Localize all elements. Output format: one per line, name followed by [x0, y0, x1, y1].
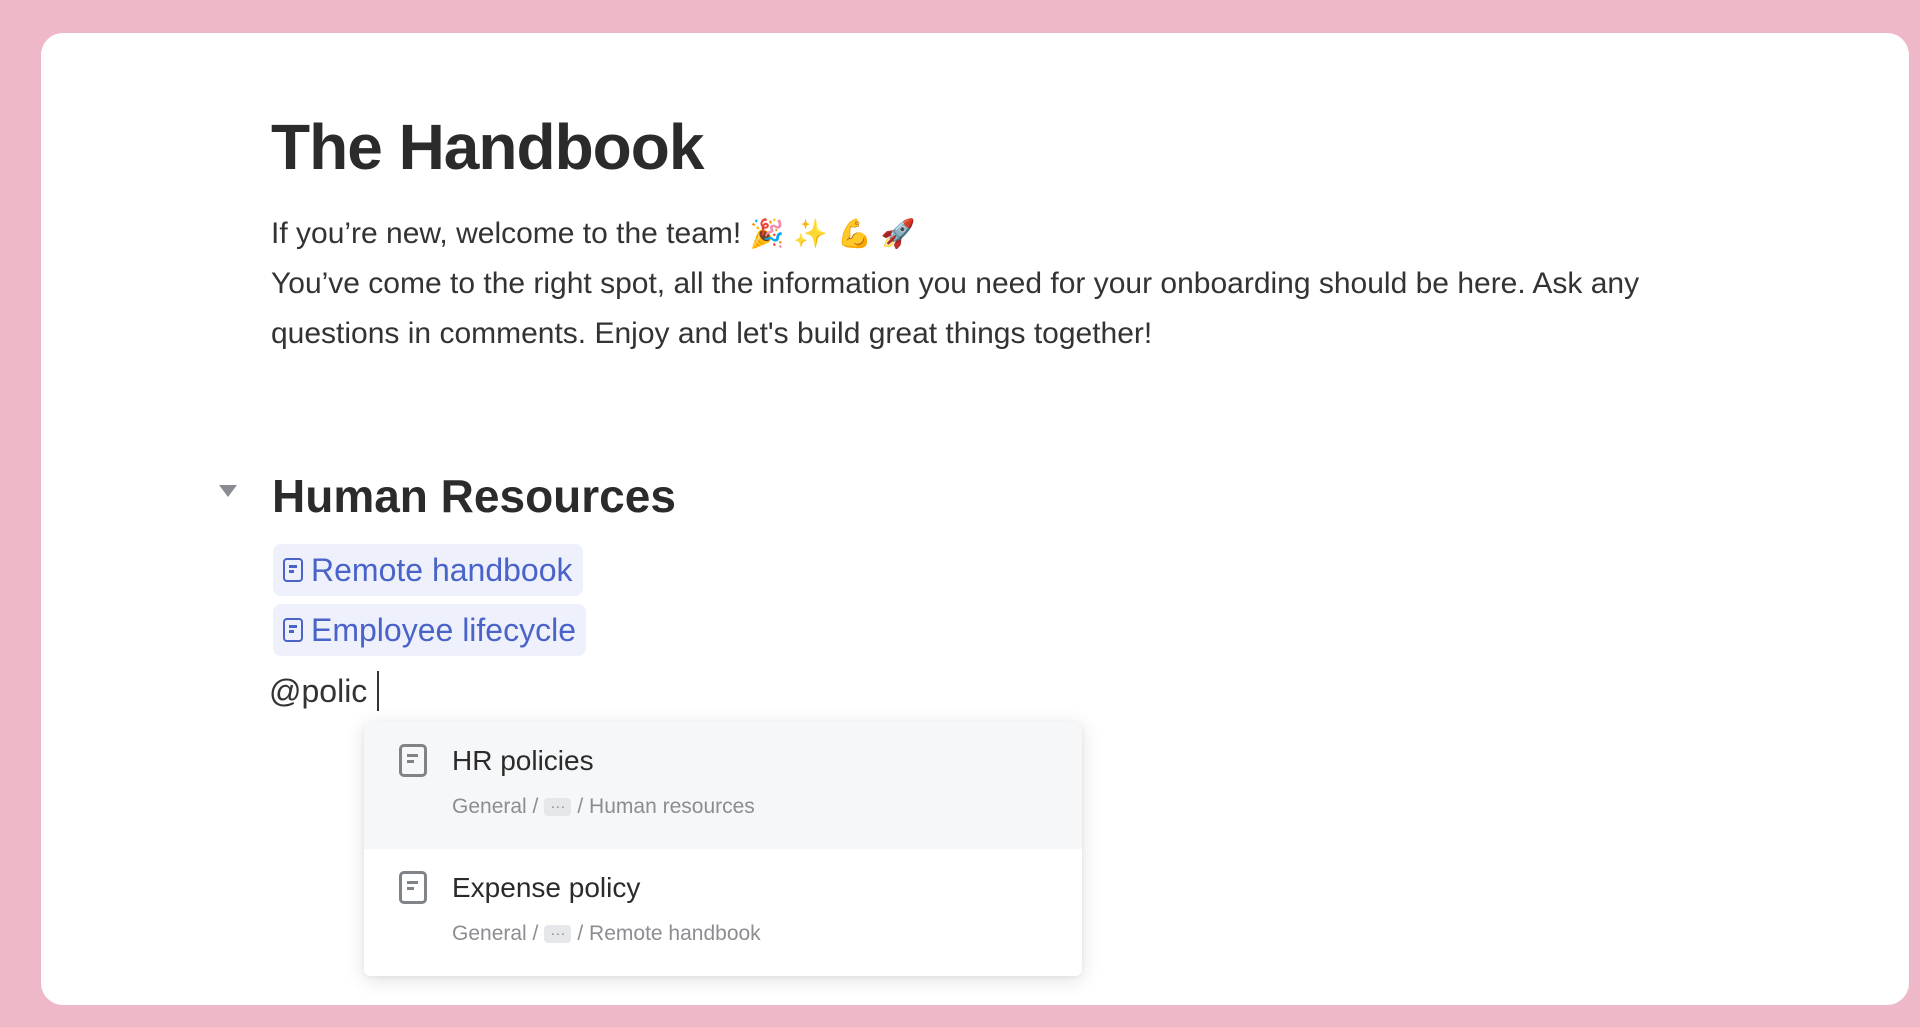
- page-link-employee-lifecycle[interactable]: Employee lifecycle: [273, 604, 586, 656]
- document-icon: [283, 618, 303, 642]
- breadcrumb-ellipsis[interactable]: ···: [544, 797, 572, 816]
- suggestion-breadcrumb: General / ··· / Human resources: [452, 794, 755, 819]
- page-link-remote-handbook[interactable]: Remote handbook: [273, 544, 583, 596]
- breadcrumb-end: / Remote handbook: [577, 922, 761, 945]
- intro-welcome-text: If you’re new, welcome to the team!: [271, 217, 742, 250]
- breadcrumb-start: General /: [452, 922, 539, 945]
- intro-paragraph[interactable]: If you’re new, welcome to the team! 🎉 ✨ …: [271, 209, 1751, 359]
- document-icon: [399, 744, 427, 777]
- section-heading-human-resources: Human Resources: [272, 470, 676, 522]
- celebration-emojis: 🎉 ✨ 💪 🚀: [749, 217, 916, 250]
- document-icon: [283, 558, 303, 582]
- caret-down-icon[interactable]: [219, 485, 237, 497]
- page-link-label: Remote handbook: [311, 551, 573, 588]
- breadcrumb-start: General /: [452, 795, 539, 818]
- breadcrumb-ellipsis[interactable]: ···: [544, 924, 572, 943]
- suggestion-expense-policy[interactable]: Expense policy General / ··· / Remote ha…: [364, 849, 1082, 976]
- mention-suggestions-menu: HR policies General / ··· / Human resour…: [364, 722, 1082, 976]
- document-icon: [399, 871, 427, 904]
- mention-input[interactable]: @polic: [269, 669, 380, 713]
- text-cursor: [377, 671, 380, 711]
- document-canvas: The Handbook If you’re new, welcome to t…: [41, 33, 1909, 1005]
- suggestion-breadcrumb: General / ··· / Remote handbook: [452, 921, 761, 946]
- page-title: The Handbook: [271, 111, 704, 183]
- breadcrumb-end: / Human resources: [577, 795, 755, 818]
- suggestion-hr-policies[interactable]: HR policies General / ··· / Human resour…: [364, 722, 1082, 849]
- intro-line-1: If you’re new, welcome to the team! 🎉 ✨ …: [271, 209, 1751, 259]
- intro-line-2: You’ve come to the right spot, all the i…: [271, 267, 1640, 350]
- page-link-label: Employee lifecycle: [311, 611, 576, 648]
- suggestion-title: HR policies: [452, 745, 594, 776]
- mention-typed-text: @polic: [269, 673, 368, 709]
- suggestion-title: Expense policy: [452, 872, 641, 903]
